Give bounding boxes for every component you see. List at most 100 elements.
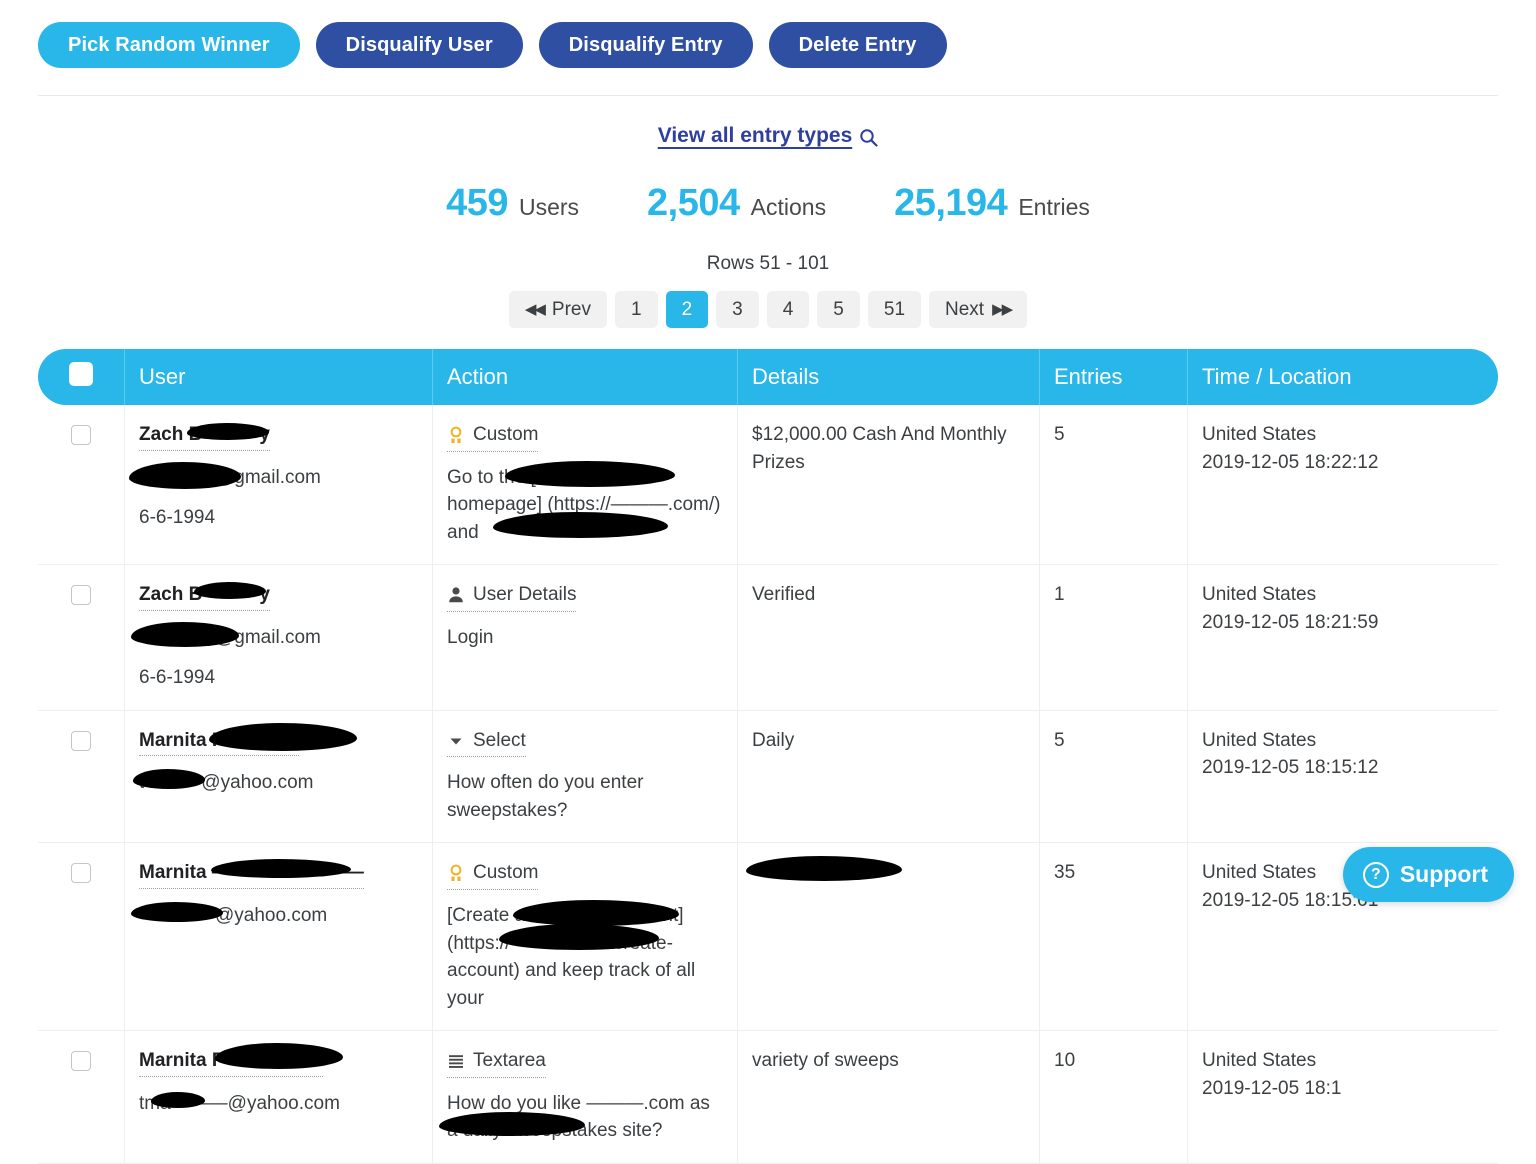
row-checkbox[interactable] bbox=[71, 863, 91, 883]
stat-entries-value: 25,194 bbox=[894, 182, 1007, 225]
user-name[interactable]: Marnita ———————— bbox=[139, 859, 364, 889]
cell-entries: 1 bbox=[1039, 565, 1187, 711]
user-name[interactable]: Zach B———y bbox=[139, 421, 270, 451]
user-name[interactable]: Marnita F———— bbox=[139, 727, 299, 757]
row-select-cell bbox=[38, 565, 124, 711]
redaction-blob bbox=[151, 1092, 205, 1108]
row-checkbox[interactable] bbox=[71, 425, 91, 445]
double-left-arrow-icon: ◀◀ bbox=[525, 302, 544, 317]
cell-time-location: United States 2019-12-05 18:15:12 bbox=[1187, 711, 1498, 844]
pagination-next-button[interactable]: Next ▶▶ bbox=[929, 291, 1027, 328]
stat-entries: 25,194 Entries bbox=[894, 182, 1090, 225]
row-checkbox[interactable] bbox=[71, 731, 91, 751]
user-email: tma———@yahoo.com bbox=[139, 1090, 418, 1118]
details-text: ————.com bbox=[752, 859, 1025, 887]
redaction-blob bbox=[194, 582, 266, 599]
pagination-prev-label: Prev bbox=[552, 300, 591, 319]
cell-user: Marnita ———————— ————@yahoo.com bbox=[124, 843, 432, 1031]
table-row[interactable]: Zach B———y ————@gmail.com 6-6-1994 Custo… bbox=[38, 405, 1498, 565]
pagination-page-3[interactable]: 3 bbox=[716, 291, 759, 328]
entries-table-head: User Action Details Entries Time / Locat… bbox=[38, 349, 1498, 405]
time-text: 2019-12-05 18:21:59 bbox=[1202, 609, 1484, 637]
redaction-blob bbox=[187, 423, 269, 440]
row-checkbox[interactable] bbox=[71, 1051, 91, 1071]
pagination-page-4[interactable]: 4 bbox=[767, 291, 810, 328]
award-ribbon-icon bbox=[447, 426, 465, 444]
disqualify-user-button[interactable]: Disqualify User bbox=[316, 22, 523, 68]
location-text: United States bbox=[1202, 1047, 1484, 1075]
action-description: How often do you enter sweepstakes? bbox=[447, 769, 723, 824]
action-description: [Create a ———— account] (https://———.com… bbox=[447, 902, 723, 1012]
user-dob: 6-6-1994 bbox=[139, 664, 418, 692]
pagination-next-label: Next bbox=[945, 300, 984, 319]
table-row[interactable]: Marnita ———————— ————@yahoo.com Custom [… bbox=[38, 843, 1498, 1031]
redaction-blob bbox=[129, 462, 241, 489]
pagination-prev-button[interactable]: ◀◀ Prev bbox=[509, 291, 607, 328]
cell-entries: 5 bbox=[1039, 405, 1187, 565]
award-ribbon-icon bbox=[447, 864, 465, 882]
header-details[interactable]: Details bbox=[737, 349, 1039, 405]
time-text: 2019-12-05 18:15:12 bbox=[1202, 754, 1484, 782]
table-header-row: User Action Details Entries Time / Locat… bbox=[38, 349, 1498, 405]
cell-details: $12,000.00 Cash And Monthly Prizes bbox=[737, 405, 1039, 565]
action-toolbar: Pick Random Winner Disqualify User Disqu… bbox=[0, 0, 1536, 68]
support-button[interactable]: ? Support bbox=[1343, 847, 1514, 902]
location-text: United States bbox=[1202, 421, 1484, 449]
select-all-checkbox[interactable] bbox=[69, 362, 93, 386]
toolbar-divider bbox=[38, 95, 1498, 96]
user-email: ————@gmail.com bbox=[139, 464, 418, 492]
view-all-entry-types-link[interactable]: View all entry types bbox=[658, 124, 879, 148]
table-row[interactable]: Zach B———y ————@gmail.com 6-6-1994 User … bbox=[38, 565, 1498, 711]
entries-table-body: Zach B———y ————@gmail.com 6-6-1994 Custo… bbox=[38, 405, 1498, 1164]
user-name[interactable]: Zach B———y bbox=[139, 581, 270, 611]
header-entries[interactable]: Entries bbox=[1039, 349, 1187, 405]
user-name[interactable]: Marnita F————on bbox=[139, 1047, 323, 1077]
row-select-cell bbox=[38, 1031, 124, 1164]
row-checkbox[interactable] bbox=[71, 585, 91, 605]
header-action[interactable]: Action bbox=[432, 349, 737, 405]
view-all-entry-types-label: View all entry types bbox=[658, 124, 853, 148]
stat-users-label: Users bbox=[519, 194, 579, 221]
pagination-page-1[interactable]: 1 bbox=[615, 291, 658, 328]
table-row[interactable]: Marnita F———— t———@yahoo.com Select How … bbox=[38, 711, 1498, 844]
user-dob: 6-6-1994 bbox=[139, 504, 418, 532]
header-user[interactable]: User bbox=[124, 349, 432, 405]
pagination-page-51[interactable]: 51 bbox=[868, 291, 921, 328]
redaction-blob bbox=[215, 1043, 343, 1069]
caret-down-icon bbox=[447, 732, 465, 750]
pagination-page-5[interactable]: 5 bbox=[817, 291, 860, 328]
cell-time-location: United States 2019-12-05 18:1 bbox=[1187, 1031, 1498, 1164]
disqualify-entry-button[interactable]: Disqualify Entry bbox=[539, 22, 753, 68]
stats-summary: 459 Users 2,504 Actions 25,194 Entries bbox=[0, 182, 1536, 225]
support-label: Support bbox=[1400, 861, 1488, 888]
row-select-cell bbox=[38, 711, 124, 844]
delete-entry-button[interactable]: Delete Entry bbox=[769, 22, 947, 68]
action-type-label: Custom bbox=[473, 859, 538, 887]
cell-time-location: United States 2019-12-05 18:21:59 bbox=[1187, 565, 1498, 711]
header-select-all-cell bbox=[38, 349, 124, 405]
cell-entries: 35 bbox=[1039, 843, 1187, 1031]
action-type-label: User Details bbox=[473, 581, 576, 609]
double-right-arrow-icon: ▶▶ bbox=[992, 302, 1011, 317]
row-select-cell bbox=[38, 843, 124, 1031]
lines-icon bbox=[447, 1052, 465, 1070]
action-type[interactable]: Custom bbox=[447, 859, 538, 890]
cell-user: Zach B———y ————@gmail.com 6-6-1994 bbox=[124, 565, 432, 711]
redaction-blob bbox=[493, 512, 668, 538]
cell-entries: 10 bbox=[1039, 1031, 1187, 1164]
action-type[interactable]: Select bbox=[447, 727, 526, 758]
stat-actions-value: 2,504 bbox=[647, 182, 740, 225]
pick-random-winner-button[interactable]: Pick Random Winner bbox=[38, 22, 300, 68]
pagination: ◀◀ Prev 1 2 3 4 5 51 Next ▶▶ bbox=[0, 291, 1536, 328]
redaction-blob bbox=[211, 859, 351, 878]
header-time-location[interactable]: Time / Location bbox=[1187, 349, 1498, 405]
row-select-cell bbox=[38, 405, 124, 565]
redaction-blob bbox=[209, 723, 357, 751]
action-type[interactable]: User Details bbox=[447, 581, 576, 612]
action-type[interactable]: Custom bbox=[447, 421, 538, 452]
action-type[interactable]: Textarea bbox=[447, 1047, 546, 1078]
cell-user: Marnita F———— t———@yahoo.com bbox=[124, 711, 432, 844]
table-row[interactable]: Marnita F————on tma———@yahoo.com Textare… bbox=[38, 1031, 1498, 1164]
pagination-page-2[interactable]: 2 bbox=[666, 291, 709, 328]
cell-details: Verified bbox=[737, 565, 1039, 711]
